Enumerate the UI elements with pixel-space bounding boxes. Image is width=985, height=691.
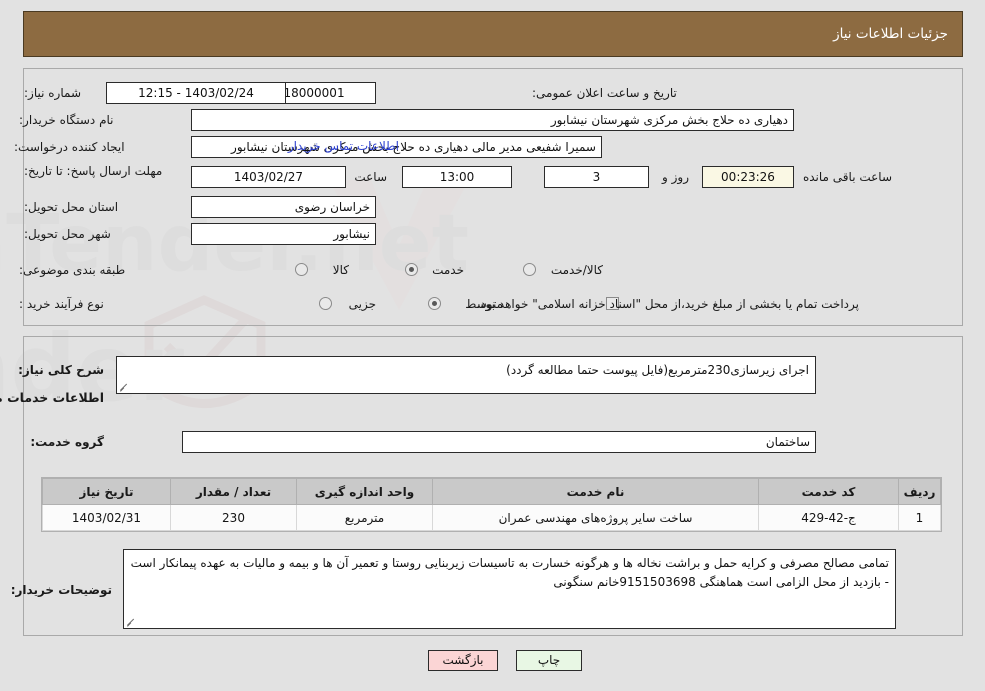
cell-row-no: 1 <box>899 504 942 531</box>
delivery-city-field[interactable]: نیشابور <box>192 223 377 245</box>
cell-quantity: 230 <box>171 504 298 531</box>
cell-unit: مترمربع <box>297 504 434 531</box>
label-response-deadline: مهلت ارسال پاسخ: تا تاریخ: <box>25 164 164 178</box>
radio-purchase-type-jozei[interactable] <box>320 297 333 310</box>
th-need-date: تاریخ نیاز <box>43 478 172 505</box>
services-table: ردیف کد خدمت نام خدمت واحد اندازه گیری ت… <box>43 478 942 531</box>
label-public-announce-datetime: تاریخ و ساعت اعلان عمومی: <box>533 86 678 100</box>
radio-classification-kala[interactable] <box>296 263 309 276</box>
table-row: 1 ج-42-429 ساخت سایر پروژه‌های مهندسی عم… <box>43 504 942 531</box>
services-section-title: اطلاعات خدمات مورد نیاز <box>0 390 105 405</box>
radio-label-purchase-type-jozei: جزیی <box>349 297 377 311</box>
buyer-notes-textarea[interactable]: تمامی مصالح مصرفی و کرایه حمل و براشت نخ… <box>124 549 897 629</box>
label-service-group: گروه خدمت: <box>31 435 105 449</box>
th-quantity: تعداد / مقدار <box>171 478 298 505</box>
label-buyer-org: نام دستگاه خریدار: <box>20 113 115 127</box>
buyer-notes-text: تمامی مصالح مصرفی و کرایه حمل و براشت نخ… <box>131 556 890 589</box>
countdown-field: 00:23:26 <box>703 166 795 188</box>
cell-need-date: 1403/02/31 <box>43 504 172 531</box>
label-delivery-city: شهر محل تحویل: <box>25 227 112 241</box>
radio-label-classification-kala-khedmat: کالا/خدمت <box>551 263 604 277</box>
deadline-date-field[interactable]: 1403/02/27 <box>192 166 347 188</box>
buyer-contact-link[interactable]: اطلاعات تماس خریدار <box>0 139 400 153</box>
resize-grip-icon <box>121 382 131 392</box>
label-hours-remaining: ساعت باقی مانده <box>803 170 893 184</box>
radio-label-classification-khedmat: خدمت <box>433 263 465 277</box>
need-summary-textarea[interactable]: اجرای زیرسازی230مترمربع(فایل پیوست حتما … <box>117 356 817 394</box>
page-header: جزئیات اطلاعات نیاز <box>24 11 964 57</box>
need-info-panel <box>24 68 964 326</box>
buyer-org-field[interactable]: دهیاری ده حلاج بخش مرکزی شهرستان نیشابور <box>192 109 795 131</box>
cell-service-name: ساخت سایر پروژه‌های مهندسی عمران <box>433 504 760 531</box>
label-buyer-notes: توضیحات خریدار: <box>11 583 113 597</box>
resize-grip-icon <box>128 617 138 627</box>
deadline-time-field[interactable]: 13:00 <box>403 166 513 188</box>
radio-label-classification-kala: کالا <box>333 263 350 277</box>
days-remaining-field[interactable]: 3 <box>545 166 650 188</box>
label-hour: ساعت <box>355 170 388 184</box>
th-service-name: نام خدمت <box>433 478 760 505</box>
need-summary-text: اجرای زیرسازی230مترمربع(فایل پیوست حتما … <box>507 363 810 377</box>
treasury-docs-label: پرداخت تمام یا بخشی از مبلغ خرید،از محل … <box>477 297 860 311</box>
delivery-province-field[interactable]: خراسان رضوی <box>192 196 377 218</box>
label-subject-classification: طبقه بندی موضوعی: <box>20 263 127 277</box>
label-day-and: روز و <box>663 170 690 184</box>
page-title: جزئیات اطلاعات نیاز <box>834 26 949 42</box>
table-header-row: ردیف کد خدمت نام خدمت واحد اندازه گیری ت… <box>43 478 942 505</box>
radio-classification-kala-khedmat[interactable] <box>524 263 537 276</box>
label-delivery-province: استان محل تحویل: <box>25 200 120 214</box>
radio-classification-khedmat[interactable] <box>406 263 419 276</box>
th-service-code: کد خدمت <box>759 478 900 505</box>
back-button[interactable]: بازگشت <box>429 650 499 671</box>
services-table-container: ردیف کد خدمت نام خدمت واحد اندازه گیری ت… <box>42 477 943 532</box>
label-need-summary: شرح کلی نیاز: <box>19 363 105 377</box>
service-group-field[interactable]: ساختمان <box>183 431 817 453</box>
radio-purchase-type-motevaset[interactable] <box>429 297 442 310</box>
print-button[interactable]: چاپ <box>517 650 583 671</box>
label-purchase-process-type: نوع فرآیند خرید : <box>20 297 105 311</box>
th-unit: واحد اندازه گیری <box>297 478 434 505</box>
th-row-no: ردیف <box>899 478 942 505</box>
cell-service-code: ج-42-429 <box>759 504 900 531</box>
public-announce-datetime-field[interactable]: 1403/02/24 - 12:15 <box>107 82 287 104</box>
